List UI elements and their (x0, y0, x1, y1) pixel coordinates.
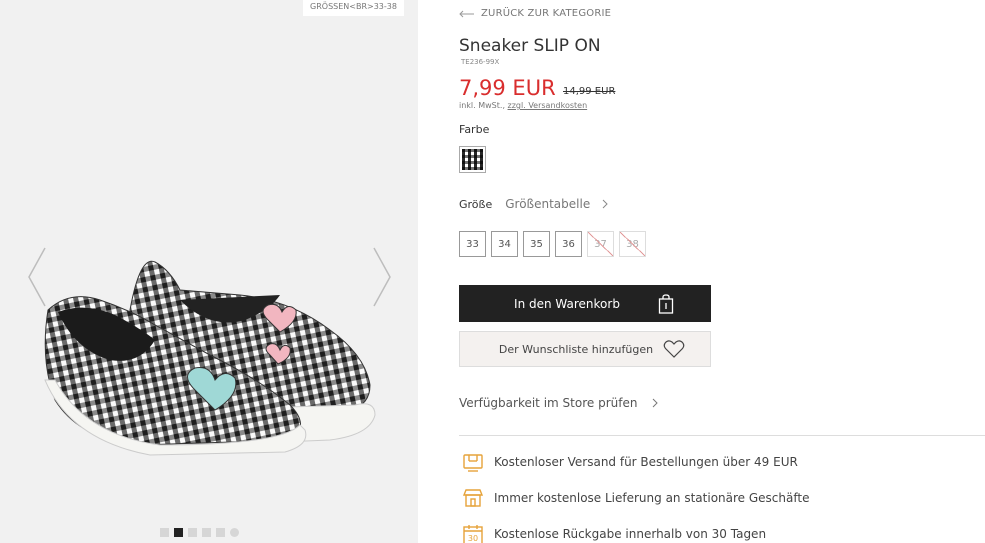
add-to-cart-label: In den Warenkorb (514, 296, 620, 311)
size-options: 33 34 35 36 37 38 (459, 231, 646, 257)
gallery-dot-active[interactable] (174, 528, 183, 537)
benefit-text: Kostenlose Rückgabe innerhalb von 30 Tag… (494, 527, 767, 541)
product-details: ZURÜCK ZUR KATEGORIE Sneaker SLIP ON TE2… (459, 0, 985, 543)
size-label: Größe (459, 197, 493, 211)
old-price: 14,99 EUR (563, 86, 616, 97)
store-availability-link[interactable]: Verfügbarkeit im Store prüfen (459, 396, 659, 410)
truck-icon (461, 450, 485, 474)
product-sku: TE236-99X (461, 58, 500, 66)
size-option-34[interactable]: 34 (491, 231, 518, 257)
product-image[interactable] (30, 240, 380, 470)
shipping-cost-link[interactable]: zzgl. Versandkosten (508, 101, 588, 110)
size-table-link[interactable]: Größentabelle (505, 197, 590, 211)
tax-note-text: inkl. MwSt., (459, 101, 505, 110)
chevron-right-icon (602, 199, 608, 209)
benefit-free-shipping: Kostenloser Versand für Bestellungen übe… (461, 450, 798, 474)
svg-text:30: 30 (468, 534, 478, 543)
color-swatch-selected[interactable] (459, 146, 486, 173)
size-option-36[interactable]: 36 (555, 231, 582, 257)
size-range-badge: GRÖSSEN<BR>33-38 (303, 0, 404, 16)
current-price: 7,99 EUR (459, 76, 556, 100)
calendar-30-icon: 30 (461, 522, 485, 543)
benefit-store-delivery: Immer kostenlose Lieferung an stationäre… (461, 486, 809, 510)
store-availability-label: Verfügbarkeit im Store prüfen (459, 396, 638, 410)
gallery-next-arrow[interactable] (371, 246, 393, 308)
benefit-text: Immer kostenlose Lieferung an stationäre… (494, 491, 810, 505)
gallery-dot[interactable] (188, 528, 197, 537)
size-option-38-unavailable[interactable]: 38 (619, 231, 646, 257)
gallery-dot[interactable] (216, 528, 225, 537)
gallery-pagination (160, 528, 239, 537)
gallery-dot[interactable] (230, 528, 239, 537)
shopping-bag-icon (658, 293, 674, 314)
size-option-33[interactable]: 33 (459, 231, 486, 257)
chevron-right-icon (373, 247, 391, 307)
gallery-dot[interactable] (160, 528, 169, 537)
benefit-text: Kostenloser Versand für Bestellungen übe… (494, 455, 798, 469)
add-to-cart-button[interactable]: In den Warenkorb (459, 285, 711, 322)
back-link-label: ZURÜCK ZUR KATEGORIE (481, 8, 612, 19)
heart-icon (663, 340, 685, 358)
tax-note: inkl. MwSt., zzgl. Versandkosten (459, 101, 587, 110)
product-gallery: GRÖSSEN<BR>33-38 (0, 0, 418, 543)
add-to-wishlist-label: Der Wunschliste hinzufügen (498, 342, 654, 356)
add-to-wishlist-button[interactable]: Der Wunschliste hinzufügen (459, 331, 711, 367)
gallery-dot[interactable] (202, 528, 211, 537)
benefit-free-returns: 30 Kostenlose Rückgabe innerhalb von 30 … (461, 522, 766, 543)
store-icon (461, 486, 485, 510)
color-label: Farbe (459, 123, 490, 136)
gingham-swatch-pattern (462, 149, 483, 170)
arrow-left-icon (459, 10, 474, 17)
size-header: Größe Größentabelle (459, 197, 608, 211)
product-title: Sneaker SLIP ON (459, 36, 601, 56)
back-to-category-link[interactable]: ZURÜCK ZUR KATEGORIE (459, 8, 611, 19)
chevron-right-icon (653, 398, 659, 408)
size-option-35[interactable]: 35 (523, 231, 550, 257)
section-divider (459, 435, 985, 436)
size-option-37-unavailable[interactable]: 37 (587, 231, 614, 257)
